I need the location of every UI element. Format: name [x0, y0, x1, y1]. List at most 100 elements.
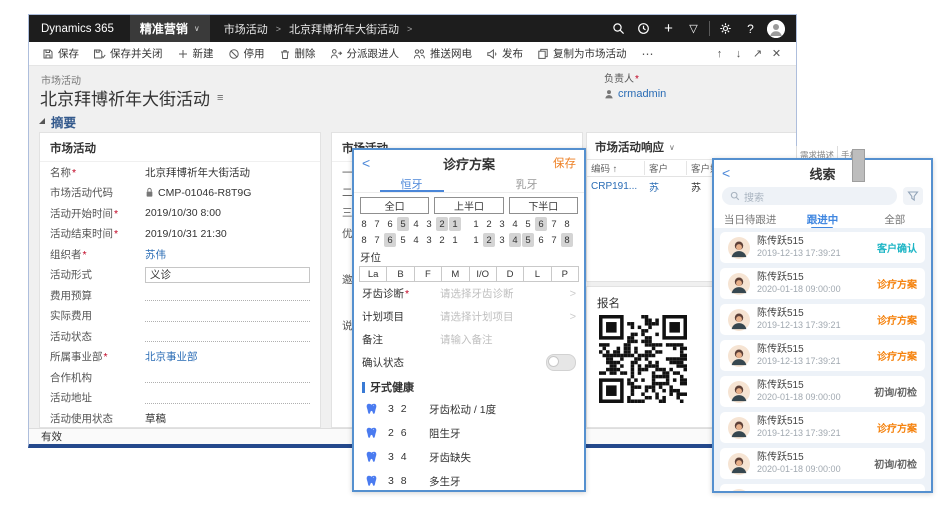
surface-cell[interactable]: I/O — [469, 267, 496, 281]
tooth-cell[interactable]: 7 — [548, 217, 560, 231]
surface-cell[interactable]: La — [360, 267, 386, 281]
surface-cell[interactable]: D — [496, 267, 523, 281]
user-avatar[interactable] — [767, 20, 785, 38]
table-cell[interactable]: CRP191... — [587, 181, 645, 192]
tooth-cell[interactable]: 4 — [509, 217, 521, 231]
help-icon[interactable]: ? — [738, 15, 763, 42]
tooth-cell[interactable]: 5 — [397, 233, 409, 247]
command-button[interactable]: 保存并关闭 — [86, 42, 170, 65]
field-value[interactable] — [145, 371, 310, 383]
breadcrumb-entity[interactable]: 市场活动 — [224, 21, 268, 37]
column-header[interactable]: 编码 ↑ — [587, 161, 645, 175]
response-card-title[interactable]: 市场活动响应 — [595, 139, 664, 155]
field-value[interactable] — [145, 330, 310, 342]
tooth-cell[interactable]: 8 — [358, 233, 370, 247]
next-record-icon[interactable]: ↓ — [729, 48, 748, 60]
surface-cell[interactable]: B — [386, 267, 413, 281]
recent-items-icon[interactable] — [631, 15, 656, 42]
field-value[interactable]: 义诊 — [145, 267, 310, 283]
tooth-cell[interactable]: 7 — [548, 233, 560, 247]
more-commands-button[interactable]: ⋯ — [634, 47, 662, 61]
field-value[interactable]: 2019/10/30 8:00 — [145, 207, 310, 219]
mouth-region-button[interactable]: 上半口 — [434, 197, 503, 214]
tooth-cell[interactable]: 3 — [496, 233, 508, 247]
tooth-cell[interactable]: 4 — [410, 217, 422, 231]
mouth-region-button[interactable]: 下半口 — [509, 197, 578, 214]
tooth-cell[interactable]: 6 — [535, 217, 547, 231]
surface-cell[interactable]: M — [441, 267, 468, 281]
tooth-record-row[interactable]: 3 4 牙齿缺失 — [354, 445, 584, 469]
tab-active[interactable]: 恒牙 — [354, 174, 469, 192]
section-summary[interactable]: 摘要 — [29, 112, 796, 130]
command-button[interactable]: 删除 — [272, 42, 323, 65]
field-value[interactable] — [145, 310, 310, 322]
tooth-cell[interactable]: 2 — [483, 217, 495, 231]
tooth-cell[interactable]: 2 — [436, 233, 448, 247]
tooth-cell[interactable]: 2 — [436, 217, 448, 231]
field-value[interactable]: 北京事业部 — [145, 349, 310, 364]
surface-cell[interactable]: L — [523, 267, 550, 281]
lead-list-item[interactable]: 陈传跃515 — [720, 484, 925, 491]
surface-cell[interactable]: F — [414, 267, 441, 281]
tooth-cell[interactable]: 1 — [449, 233, 461, 247]
command-button[interactable]: 停用 — [221, 42, 272, 65]
mouth-region-button[interactable]: 全口 — [360, 197, 429, 214]
tooth-cell[interactable]: 7 — [371, 217, 383, 231]
tab-当日待跟进[interactable]: 当日待跟进 — [714, 210, 786, 230]
tooth-cell[interactable]: 5 — [522, 217, 534, 231]
field-value[interactable]: CMP-01046-R8T9G — [145, 187, 310, 199]
tooth-cell[interactable]: 3 — [496, 217, 508, 231]
command-button[interactable]: 推送网电 — [406, 42, 479, 65]
filter-icon[interactable]: ▽ — [681, 15, 706, 42]
tooth-cell[interactable]: 6 — [384, 233, 396, 247]
close-icon[interactable]: ✕ — [767, 47, 786, 60]
tooth-cell[interactable]: 1 — [470, 217, 482, 231]
field-value[interactable] — [145, 289, 310, 301]
back-icon[interactable]: < — [362, 155, 384, 171]
lead-list-item[interactable]: 陈传跃515 2019-12-13 17:39:21 诊疗方案 — [720, 340, 925, 371]
tooth-cell[interactable]: 2 — [483, 233, 495, 247]
search-input[interactable]: 搜索 — [722, 187, 897, 205]
form-switcher-icon[interactable]: ≡ — [217, 92, 223, 104]
tooth-cell[interactable]: 4 — [509, 233, 521, 247]
quick-create-icon[interactable]: + — [656, 15, 681, 42]
previous-record-icon[interactable]: ↑ — [710, 48, 729, 60]
brand-logo[interactable]: Dynamics 365 — [41, 23, 114, 35]
tooth-cell[interactable]: 4 — [410, 233, 422, 247]
lead-list-item[interactable]: 陈传跃515 2020-01-18 09:00:00 初询/初检 — [720, 448, 925, 479]
command-button[interactable]: 发布 — [479, 42, 530, 65]
command-button[interactable]: 保存 — [35, 42, 86, 65]
filter-funnel-button[interactable] — [903, 187, 923, 205]
field-value[interactable] — [145, 392, 310, 404]
breadcrumb-record[interactable]: 北京拜博祈年大街活动 — [289, 21, 399, 37]
search-icon[interactable] — [606, 15, 631, 42]
column-header[interactable]: 客户 — [645, 161, 687, 175]
tooth-cell[interactable]: 5 — [522, 233, 534, 247]
command-button[interactable]: 分派跟进人 — [323, 42, 407, 65]
tooth-cell[interactable]: 5 — [397, 217, 409, 231]
tooth-cell[interactable]: 1 — [449, 217, 461, 231]
tooth-cell[interactable]: 3 — [423, 217, 435, 231]
scrollbar-thumb[interactable] — [852, 149, 865, 182]
back-icon[interactable]: < — [722, 165, 744, 181]
lead-list-item[interactable]: 陈传跃515 2019-12-13 17:39:21 诊疗方案 — [720, 412, 925, 443]
app-switcher[interactable]: 精准营销 ∨ — [130, 15, 210, 42]
command-button[interactable]: 复制为市场活动 — [530, 42, 634, 65]
lead-list-item[interactable]: 陈传跃515 2019-12-13 17:39:21 客户确认 — [720, 232, 925, 263]
lead-list-item[interactable]: 陈传跃515 2020-01-18 09:00:00 诊疗方案 — [720, 268, 925, 299]
field-value[interactable]: 草稿 — [145, 411, 310, 426]
command-button[interactable]: 新建 — [170, 42, 221, 65]
lead-list-item[interactable]: 陈传跃515 2019-12-13 17:39:21 诊疗方案 — [720, 304, 925, 335]
settings-gear-icon[interactable] — [713, 15, 738, 42]
save-button[interactable]: 保存 — [553, 155, 576, 171]
tooth-record-row[interactable]: 3 2 牙齿松动 / 1度 — [354, 397, 584, 421]
field-value[interactable]: 北京拜博祈年大街活动 — [145, 165, 310, 180]
field-value[interactable]: 苏伟 — [145, 247, 310, 262]
treatment-field-row[interactable]: 计划项目请选择计划项目> — [354, 305, 584, 328]
tooth-cell[interactable]: 1 — [470, 233, 482, 247]
tooth-cell[interactable]: 8 — [358, 217, 370, 231]
field-value[interactable]: 2019/10/31 21:30 — [145, 228, 310, 240]
tab-全部[interactable]: 全部 — [859, 210, 931, 230]
tooth-record-row[interactable]: 3 8 多生牙 — [354, 469, 584, 492]
tooth-record-row[interactable]: 2 6 阻生牙 — [354, 421, 584, 445]
